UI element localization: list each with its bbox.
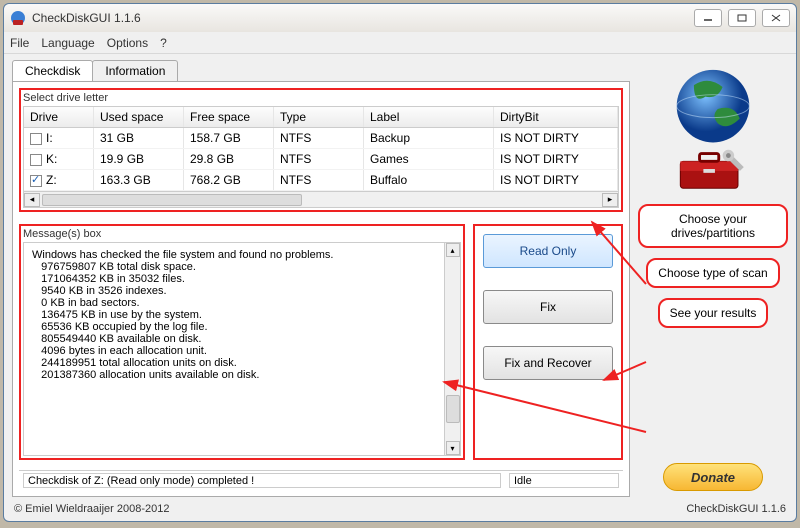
cell-type: NTFS bbox=[274, 149, 364, 169]
scan-buttons-region: Read Only Fix Fix and Recover bbox=[473, 224, 623, 460]
tab-panel: Select drive letter Drive Used space Fre… bbox=[12, 81, 630, 497]
minimize-button[interactable] bbox=[694, 9, 722, 27]
tab-strip: Checkdisk Information bbox=[12, 60, 630, 81]
cell-used: 19.9 GB bbox=[94, 149, 184, 169]
app-window: CheckDiskGUI 1.1.6 File Language Options… bbox=[3, 3, 797, 522]
table-row[interactable]: I:31 GB158.7 GBNTFSBackupIS NOT DIRTY bbox=[24, 128, 618, 149]
callout-scan: Choose type of scan bbox=[646, 258, 779, 288]
version-label: CheckDiskGUI 1.1.6 bbox=[686, 503, 786, 519]
scroll-thumb[interactable] bbox=[446, 395, 460, 423]
fix-button[interactable]: Fix bbox=[483, 290, 613, 324]
message-line: 65536 KB occupied by the log file. bbox=[32, 321, 452, 333]
cell-free: 768.2 GB bbox=[184, 170, 274, 190]
read-only-button[interactable]: Read Only bbox=[483, 234, 613, 268]
menu-options[interactable]: Options bbox=[107, 36, 148, 50]
message-line: 0 KB in bad sectors. bbox=[32, 297, 452, 309]
scroll-up-icon[interactable]: ▴ bbox=[446, 243, 460, 257]
status-bar: Checkdisk of Z: (Read only mode) complet… bbox=[19, 470, 623, 490]
cell-label: Backup bbox=[364, 128, 494, 148]
cell-free: 158.7 GB bbox=[184, 128, 274, 148]
status-idle: Idle bbox=[509, 473, 619, 488]
message-line: Windows has checked the file system and … bbox=[32, 249, 452, 261]
message-line: 244189951 total allocation units on disk… bbox=[32, 357, 452, 369]
callout-drives: Choose your drives/partitions bbox=[638, 204, 788, 248]
drive-hscroll[interactable]: ◂ ▸ bbox=[24, 191, 618, 207]
cell-type: NTFS bbox=[274, 170, 364, 190]
drive-select-heading: Select drive letter bbox=[23, 92, 619, 104]
cell-label: Buffalo bbox=[364, 170, 494, 190]
cell-used: 31 GB bbox=[94, 128, 184, 148]
tab-checkdisk[interactable]: Checkdisk bbox=[12, 60, 93, 81]
cell-used: 163.3 GB bbox=[94, 170, 184, 190]
cell-dirty: IS NOT DIRTY bbox=[494, 149, 618, 169]
cell-type: NTFS bbox=[274, 128, 364, 148]
messages-region: Message(s) box Windows has checked the f… bbox=[19, 224, 465, 460]
fix-recover-button[interactable]: Fix and Recover bbox=[483, 346, 613, 380]
cell-dirty: IS NOT DIRTY bbox=[494, 170, 618, 190]
message-line: 171064352 KB in 35032 files. bbox=[32, 273, 452, 285]
cell-label: Games bbox=[364, 149, 494, 169]
table-row[interactable]: Z:163.3 GB768.2 GBNTFSBuffaloIS NOT DIRT… bbox=[24, 170, 618, 191]
message-line: 201387360 allocation units available on … bbox=[32, 369, 452, 381]
message-line: 976759807 KB total disk space. bbox=[32, 261, 452, 273]
col-dirty[interactable]: DirtyBit bbox=[494, 107, 618, 127]
message-line: 805549440 KB available on disk. bbox=[32, 333, 452, 345]
footer: © Emiel Wieldraaijer 2008-2012 CheckDisk… bbox=[4, 501, 796, 521]
status-text: Checkdisk of Z: (Read only mode) complet… bbox=[23, 473, 501, 488]
drive-table: Drive Used space Free space Type Label D… bbox=[23, 106, 619, 208]
message-line: 9540 KB in 3526 indexes. bbox=[32, 285, 452, 297]
scroll-left-icon[interactable]: ◂ bbox=[24, 193, 40, 207]
col-label[interactable]: Label bbox=[364, 107, 494, 127]
table-row[interactable]: K:19.9 GB29.8 GBNTFSGamesIS NOT DIRTY bbox=[24, 149, 618, 170]
drive-select-region: Select drive letter Drive Used space Fre… bbox=[19, 88, 623, 212]
scroll-thumb[interactable] bbox=[42, 194, 302, 206]
col-drive[interactable]: Drive bbox=[24, 107, 94, 127]
window-title: CheckDiskGUI 1.1.6 bbox=[32, 11, 694, 25]
message-line: 4096 bytes in each allocation unit. bbox=[32, 345, 452, 357]
message-line: 136475 KB in use by the system. bbox=[32, 309, 452, 321]
drive-checkbox[interactable] bbox=[30, 175, 42, 187]
messages-box[interactable]: Windows has checked the file system and … bbox=[23, 242, 461, 456]
donate-button[interactable]: Donate bbox=[663, 463, 763, 491]
col-free[interactable]: Free space bbox=[184, 107, 274, 127]
menu-help[interactable]: ? bbox=[160, 36, 167, 50]
col-type[interactable]: Type bbox=[274, 107, 364, 127]
menu-file[interactable]: File bbox=[10, 36, 29, 50]
menu-language[interactable]: Language bbox=[41, 36, 94, 50]
maximize-button[interactable] bbox=[728, 9, 756, 27]
toolbox-icon bbox=[674, 144, 752, 194]
close-button[interactable] bbox=[762, 9, 790, 27]
drive-checkbox[interactable] bbox=[30, 154, 42, 166]
callout-results: See your results bbox=[658, 298, 769, 328]
scroll-right-icon[interactable]: ▸ bbox=[602, 193, 618, 207]
messages-heading: Message(s) box bbox=[23, 228, 461, 240]
globe-icon bbox=[665, 66, 761, 152]
tab-information[interactable]: Information bbox=[92, 60, 178, 81]
menubar: File Language Options ? bbox=[4, 32, 796, 54]
cell-free: 29.8 GB bbox=[184, 149, 274, 169]
scroll-down-icon[interactable]: ▾ bbox=[446, 441, 460, 455]
table-header: Drive Used space Free space Type Label D… bbox=[24, 107, 618, 128]
col-used[interactable]: Used space bbox=[94, 107, 184, 127]
titlebar: CheckDiskGUI 1.1.6 bbox=[4, 4, 796, 32]
app-icon bbox=[10, 10, 26, 26]
cell-dirty: IS NOT DIRTY bbox=[494, 128, 618, 148]
copyright: © Emiel Wieldraaijer 2008-2012 bbox=[14, 503, 169, 519]
drive-checkbox[interactable] bbox=[30, 133, 42, 145]
right-panel: Choose your drives/partitions Choose typ… bbox=[638, 60, 788, 497]
messages-vscroll[interactable]: ▴ ▾ bbox=[444, 243, 460, 455]
